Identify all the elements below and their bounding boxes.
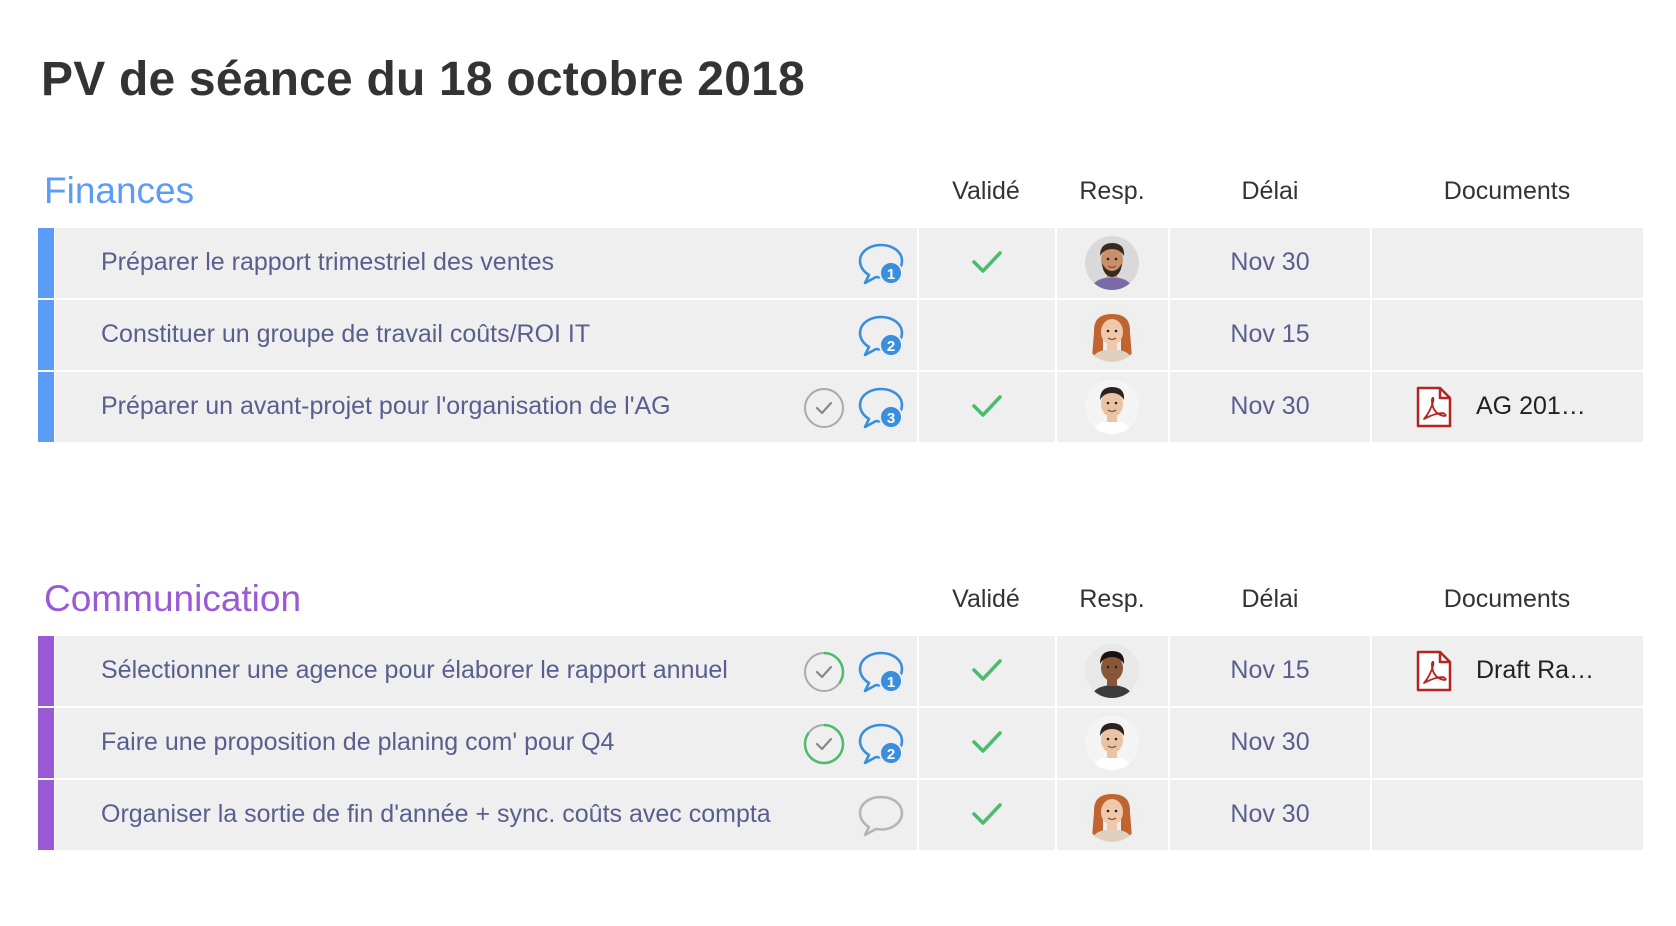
column-header-valide[interactable]: Validé: [918, 585, 1054, 614]
due-date: Nov 30: [1230, 248, 1310, 276]
responsible-cell[interactable]: [1057, 780, 1168, 850]
document-name[interactable]: AG 201…: [1476, 392, 1586, 421]
group-communication: Communication Validé Resp. Délai Documen…: [38, 568, 1643, 852]
validated-cell[interactable]: [919, 636, 1055, 706]
group-title[interactable]: Communication: [44, 578, 301, 620]
progress-check-icon[interactable]: [803, 651, 845, 693]
table-row[interactable]: Organiser la sortie de fin d'année + syn…: [38, 780, 1643, 852]
checkmark-icon: [969, 798, 1005, 830]
group-finances: Finances Validé Resp. Délai Documents Pr…: [38, 160, 1643, 444]
responsible-cell[interactable]: [1057, 372, 1168, 442]
group-color-bar: [38, 300, 54, 370]
table-row[interactable]: Constituer un groupe de travail coûts/RO…: [38, 300, 1643, 372]
documents-cell[interactable]: [1372, 708, 1643, 778]
item-name-cell[interactable]: Préparer un avant-projet pour l'organisa…: [55, 372, 917, 442]
group-color-bar: [38, 228, 54, 298]
comments-icon[interactable]: 1: [857, 649, 905, 695]
due-date-cell[interactable]: Nov 30: [1170, 708, 1370, 778]
checkmark-icon: [969, 390, 1005, 422]
group-color-bar: [38, 780, 54, 850]
comment-count-badge: 3: [879, 405, 903, 429]
table-row[interactable]: Préparer un avant-projet pour l'organisa…: [38, 372, 1643, 444]
item-name-cell[interactable]: Préparer le rapport trimestriel des vent…: [55, 228, 917, 298]
item-name-cell[interactable]: Constituer un groupe de travail coûts/RO…: [55, 300, 917, 370]
checkmark-icon: [969, 246, 1005, 278]
comments-icon[interactable]: 2: [857, 313, 905, 359]
validated-cell[interactable]: [919, 228, 1055, 298]
group-color-bar: [38, 636, 54, 706]
due-date-cell[interactable]: Nov 30: [1170, 780, 1370, 850]
table-row[interactable]: Préparer le rapport trimestriel des vent…: [38, 228, 1643, 300]
column-header-valide[interactable]: Validé: [918, 177, 1054, 206]
responsible-cell[interactable]: [1057, 636, 1168, 706]
responsible-cell[interactable]: [1057, 708, 1168, 778]
due-date-cell[interactable]: Nov 30: [1170, 372, 1370, 442]
item-name[interactable]: Sélectionner une agence pour élaborer le…: [101, 656, 728, 685]
due-date: Nov 15: [1230, 656, 1310, 684]
group-header: Finances Validé Resp. Délai Documents: [38, 160, 1643, 228]
due-date: Nov 15: [1230, 320, 1310, 348]
document-name[interactable]: Draft Ra…: [1476, 656, 1594, 685]
checkmark-icon: [969, 654, 1005, 686]
page-title: PV de séance du 18 octobre 2018: [41, 53, 805, 106]
documents-cell[interactable]: [1372, 228, 1643, 298]
checkmark-icon: [969, 726, 1005, 758]
due-date: Nov 30: [1230, 800, 1310, 828]
due-date: Nov 30: [1230, 728, 1310, 756]
comments-icon[interactable]: 1: [857, 241, 905, 287]
column-header-documents[interactable]: Documents: [1372, 585, 1642, 614]
item-name-cell[interactable]: Sélectionner une agence pour élaborer le…: [55, 636, 917, 706]
item-name[interactable]: Préparer le rapport trimestriel des vent…: [101, 248, 554, 277]
item-name[interactable]: Faire une proposition de planing com' po…: [101, 728, 614, 757]
column-header-documents[interactable]: Documents: [1372, 177, 1642, 206]
due-date: Nov 30: [1230, 392, 1310, 420]
avatar[interactable]: [1085, 380, 1139, 434]
group-color-bar: [38, 372, 54, 442]
comment-count-badge: 1: [879, 261, 903, 285]
progress-check-icon[interactable]: [803, 387, 845, 429]
due-date-cell[interactable]: Nov 15: [1170, 636, 1370, 706]
add-comment-icon[interactable]: [857, 793, 905, 839]
item-name[interactable]: Organiser la sortie de fin d'année + syn…: [101, 800, 771, 829]
due-date-cell[interactable]: Nov 15: [1170, 300, 1370, 370]
due-date-cell[interactable]: Nov 30: [1170, 228, 1370, 298]
column-header-delai[interactable]: Délai: [1170, 585, 1370, 614]
comments-icon[interactable]: 2: [857, 721, 905, 767]
documents-cell[interactable]: [1372, 780, 1643, 850]
comments-icon[interactable]: 3: [857, 385, 905, 431]
column-header-resp[interactable]: Resp.: [1056, 177, 1168, 206]
item-name-cell[interactable]: Organiser la sortie de fin d'année + syn…: [55, 780, 917, 850]
avatar[interactable]: [1085, 788, 1139, 842]
item-name-cell[interactable]: Faire une proposition de planing com' po…: [55, 708, 917, 778]
documents-cell[interactable]: [1372, 300, 1643, 370]
documents-cell[interactable]: AG 201…: [1372, 372, 1643, 442]
validated-cell[interactable]: [919, 780, 1055, 850]
column-header-delai[interactable]: Délai: [1170, 177, 1370, 206]
group-title[interactable]: Finances: [44, 170, 194, 212]
comment-count-badge: 1: [879, 669, 903, 693]
responsible-cell[interactable]: [1057, 228, 1168, 298]
pdf-file-icon[interactable]: [1416, 386, 1452, 428]
avatar[interactable]: [1085, 716, 1139, 770]
pdf-file-icon[interactable]: [1416, 650, 1452, 692]
responsible-cell[interactable]: [1057, 300, 1168, 370]
documents-cell[interactable]: Draft Ra…: [1372, 636, 1643, 706]
avatar[interactable]: [1085, 644, 1139, 698]
item-name[interactable]: Constituer un groupe de travail coûts/RO…: [101, 320, 590, 349]
progress-check-icon[interactable]: [803, 723, 845, 765]
comment-count-badge: 2: [879, 333, 903, 357]
avatar[interactable]: [1085, 236, 1139, 290]
validated-cell[interactable]: [919, 372, 1055, 442]
comment-count-badge: 2: [879, 741, 903, 765]
table-row[interactable]: Sélectionner une agence pour élaborer le…: [38, 636, 1643, 708]
item-name[interactable]: Préparer un avant-projet pour l'organisa…: [101, 392, 671, 421]
group-color-bar: [38, 708, 54, 778]
avatar[interactable]: [1085, 308, 1139, 362]
validated-cell[interactable]: [919, 708, 1055, 778]
group-header: Communication Validé Resp. Délai Documen…: [38, 568, 1643, 636]
validated-cell[interactable]: [919, 300, 1055, 370]
column-header-resp[interactable]: Resp.: [1056, 585, 1168, 614]
table-row[interactable]: Faire une proposition de planing com' po…: [38, 708, 1643, 780]
